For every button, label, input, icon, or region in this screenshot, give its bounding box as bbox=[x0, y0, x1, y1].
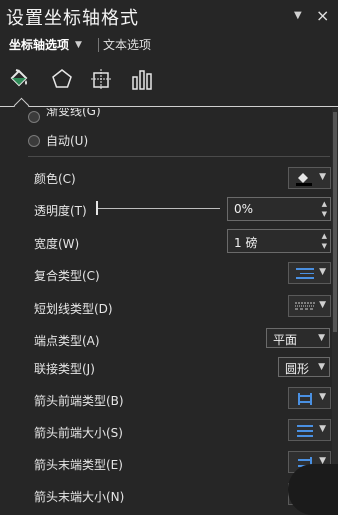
pane-options-dropdown-icon[interactable]: ▼ bbox=[294, 10, 302, 21]
end-arrow-size-label: 箭头末端大小(N) bbox=[34, 490, 125, 504]
join-type-label: 联接类型(J) bbox=[34, 362, 95, 376]
transparency-slider-thumb[interactable] bbox=[96, 201, 98, 215]
corner-overlay bbox=[288, 464, 338, 515]
tab-text-options[interactable]: 文本选项 bbox=[103, 36, 151, 53]
arrow-type-icon bbox=[298, 393, 312, 405]
dash-type-label: 短划线类型(D) bbox=[34, 302, 113, 316]
color-label: 颜色(C) bbox=[34, 172, 76, 186]
chevron-down-icon: ▼ bbox=[318, 333, 325, 343]
width-label: 宽度(W) bbox=[34, 237, 80, 251]
begin-arrow-type-label: 箭头前端类型(B) bbox=[34, 394, 124, 408]
begin-arrow-type-button[interactable]: ▼ bbox=[288, 387, 331, 409]
chevron-down-icon: ▼ bbox=[319, 267, 326, 277]
spin-down-icon[interactable]: ▼ bbox=[322, 210, 327, 218]
pane-title: 设置坐标轴格式 bbox=[6, 8, 139, 29]
spin-up-icon[interactable]: ▲ bbox=[322, 232, 327, 240]
chevron-down-icon[interactable]: ▼ bbox=[75, 40, 82, 50]
transparency-slider-track[interactable] bbox=[96, 208, 220, 209]
transparency-spinner[interactable]: 0% ▲ ▼ bbox=[227, 197, 331, 221]
begin-arrow-size-button[interactable]: ▼ bbox=[288, 419, 331, 441]
section-divider bbox=[28, 156, 330, 157]
cap-type-label: 端点类型(A) bbox=[34, 334, 100, 348]
effects-pentagon-icon[interactable] bbox=[49, 66, 75, 92]
width-spinner[interactable]: 1 磅 ▲ ▼ bbox=[227, 229, 331, 253]
dash-lines-icon bbox=[295, 302, 315, 310]
line-properties-panel: 渐变线(G) 自动(U) 颜色(C) ▼ 透明度(T) 0% ▲ ▼ 宽度(W)… bbox=[20, 108, 332, 515]
spin-up-icon[interactable]: ▲ bbox=[322, 200, 327, 208]
chevron-down-icon: ▼ bbox=[319, 392, 326, 402]
spin-down-icon[interactable]: ▼ bbox=[322, 242, 327, 250]
scrollbar-thumb[interactable] bbox=[333, 112, 337, 332]
paint-bucket-icon bbox=[296, 173, 312, 186]
transparency-label: 透明度(T) bbox=[34, 204, 87, 218]
cap-type-value: 平面 bbox=[273, 333, 298, 347]
tab-axis-options[interactable]: 坐标轴选项 bbox=[9, 36, 69, 53]
tab-underline bbox=[0, 106, 338, 107]
size-properties-icon[interactable] bbox=[88, 66, 114, 92]
radio-automatic[interactable]: 自动(U) bbox=[28, 132, 88, 149]
join-type-value: 圆形 bbox=[285, 362, 310, 376]
radio-gradient-line[interactable]: 渐变线(G) bbox=[28, 108, 101, 125]
arrow-size-icon bbox=[297, 425, 313, 437]
compound-type-label: 复合类型(C) bbox=[34, 269, 100, 283]
chevron-down-icon: ▼ bbox=[319, 424, 326, 434]
chevron-down-icon: ▼ bbox=[318, 362, 325, 372]
join-type-dropdown[interactable]: 圆形 ▼ bbox=[278, 357, 330, 377]
chevron-down-icon: ▼ bbox=[319, 300, 326, 310]
axis-options-bar-icon[interactable] bbox=[129, 66, 155, 92]
tab-divider bbox=[97, 37, 99, 52]
transparency-value[interactable]: 0% bbox=[234, 202, 253, 216]
chevron-down-icon: ▼ bbox=[319, 172, 326, 182]
fill-line-icon[interactable] bbox=[6, 66, 32, 92]
radio-label: 自动(U) bbox=[46, 134, 89, 148]
cap-type-dropdown[interactable]: 平面 ▼ bbox=[266, 328, 330, 348]
begin-arrow-size-label: 箭头前端大小(S) bbox=[34, 426, 123, 440]
radio-button[interactable] bbox=[28, 110, 40, 123]
dash-type-button[interactable]: ▼ bbox=[288, 295, 331, 317]
width-value[interactable]: 1 磅 bbox=[234, 234, 257, 251]
category-icon-bar bbox=[0, 60, 338, 105]
radio-button[interactable] bbox=[28, 134, 40, 147]
options-tabs: 坐标轴选项 ▼ 文本选项 bbox=[9, 36, 151, 53]
close-icon[interactable]: × bbox=[316, 6, 329, 25]
color-picker-button[interactable]: ▼ bbox=[288, 167, 331, 189]
end-arrow-type-label: 箭头末端类型(E) bbox=[34, 458, 123, 472]
compound-type-button[interactable]: ▼ bbox=[288, 262, 331, 284]
compound-lines-icon bbox=[296, 268, 314, 279]
radio-label: 渐变线(G) bbox=[46, 108, 101, 118]
